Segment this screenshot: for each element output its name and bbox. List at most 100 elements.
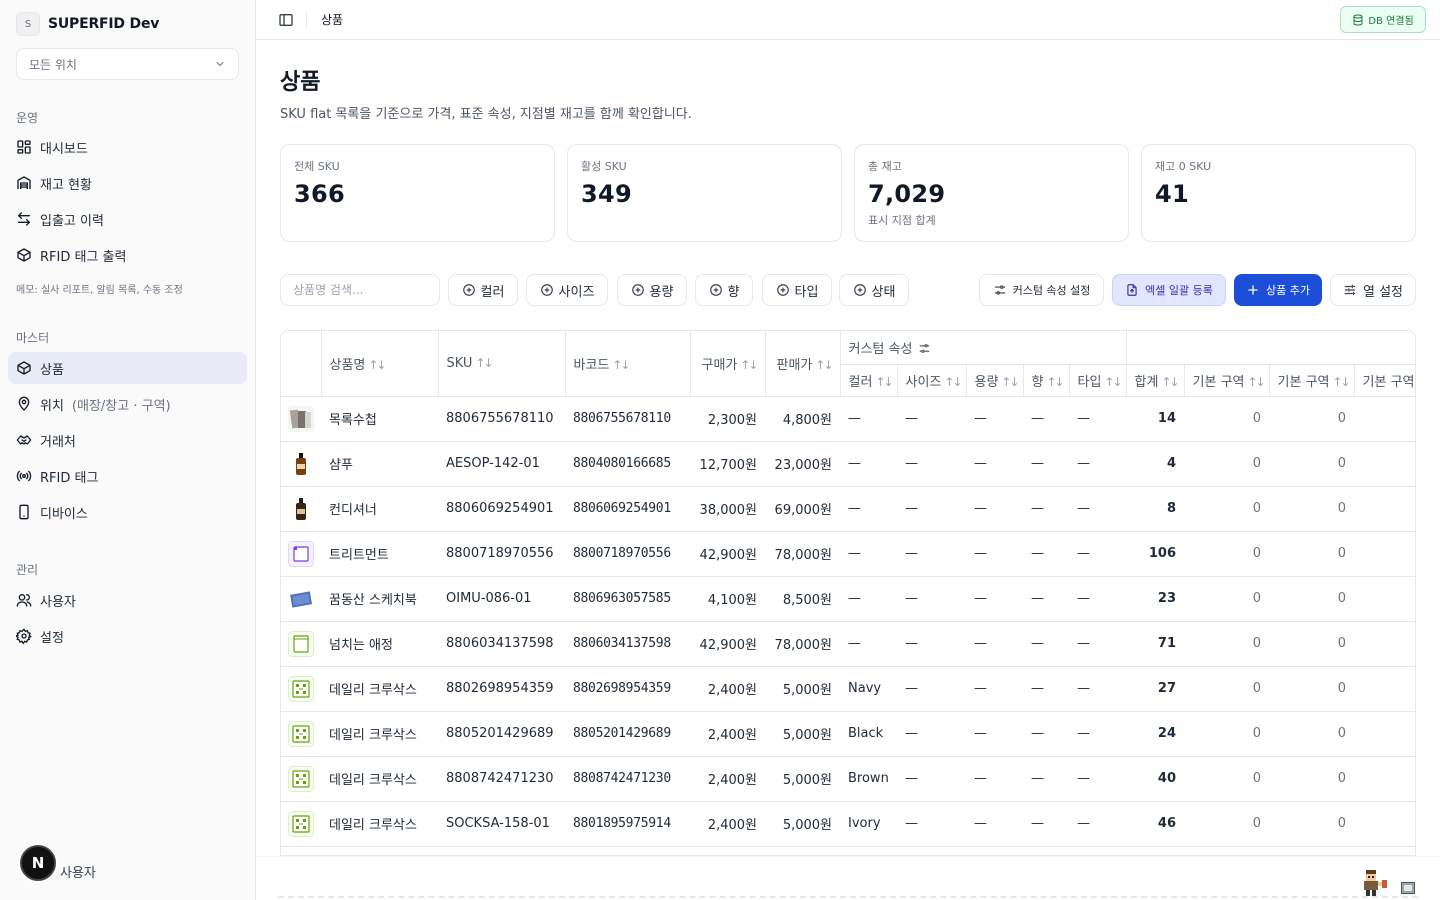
filter-size-chip[interactable]: 사이즈 — [526, 274, 608, 306]
col-header-volume[interactable]: 용량 ↑↓ — [966, 364, 1024, 397]
column-settings-button[interactable]: 열 설정 — [1330, 274, 1416, 306]
sort-icon: ↑↓ — [1332, 374, 1351, 389]
col-header-sku[interactable]: SKU ↑↓ — [438, 331, 566, 397]
stat-label: 총 재고 — [868, 160, 902, 173]
col-header-scent[interactable]: 향 ↑↓ — [1023, 364, 1070, 397]
col-header-barcode[interactable]: 바코드 ↑↓ — [565, 331, 691, 397]
cell-total: 46 — [1126, 801, 1185, 847]
cell-color: Ivory — [840, 801, 897, 847]
product-thumbnail — [288, 765, 321, 792]
cell-thumb — [281, 801, 321, 847]
cell-size: — — [897, 576, 966, 622]
col-header-zone-2[interactable]: 기본 구역 ↑↓ — [1269, 364, 1355, 397]
cell-barcode: 8805201429689 — [565, 711, 690, 757]
brand[interactable]: S SUPERFID Dev — [16, 12, 159, 36]
sidebar-item-rfid-tags[interactable]: RFID 태그 — [8, 460, 247, 492]
sidebar-item-partners[interactable]: 거래처 — [8, 424, 247, 456]
cell-color: — — [840, 486, 897, 532]
cell-volume: — — [966, 396, 1023, 442]
cell-type: — — [1069, 441, 1127, 487]
col-header-zone-1[interactable]: 기본 구역 ↑↓ — [1184, 364, 1270, 397]
table-row[interactable]: 목록수첩 8806755678110 8806755678110 2,300원 4,80… — [281, 396, 1415, 442]
cell-scent: — — [1023, 801, 1069, 847]
sidebar-item-label: 디바이스 — [40, 506, 88, 522]
col-header-total[interactable]: 합계 ↑↓ — [1126, 364, 1185, 397]
filter-scent-chip[interactable]: 향 — [695, 274, 753, 306]
cell-volume: — — [966, 711, 1023, 757]
cell-thumb — [281, 621, 321, 667]
sidebar-item-settings[interactable]: 설정 — [8, 620, 247, 652]
sidebar: S SUPERFID Dev 모든 위치 운영 대시보드 재고 현황 입출고 이… — [0, 0, 256, 900]
cell-sku: SOCKSA-158-01 — [438, 801, 565, 847]
cell-barcode: 8801895975914 — [565, 801, 690, 847]
plus-circle-icon — [462, 284, 475, 296]
filter-status-chip[interactable]: 상태 — [839, 274, 909, 306]
sidebar-item-devices[interactable]: 디바이스 — [8, 496, 247, 528]
table-row[interactable]: 샴푸 AESOP-142-01 8804080166685 12,700원 23,000… — [281, 441, 1415, 487]
sliders-icon[interactable] — [918, 342, 931, 355]
cell-thumb — [281, 396, 321, 442]
add-product-button[interactable]: 상품 추가 — [1234, 274, 1322, 306]
sidebar-item-locations[interactable]: 위치 (매장/창고 · 구역) — [8, 388, 247, 420]
brand-logo: S — [16, 12, 40, 36]
cell-thumb — [281, 711, 321, 757]
sidebar-item-inventory[interactable]: 재고 현황 — [8, 167, 247, 199]
cell-price: 78,000원 — [765, 531, 840, 577]
search-input[interactable] — [280, 274, 440, 306]
sidebar-item-users[interactable]: 사용자 — [8, 584, 247, 616]
filter-volume-chip[interactable]: 용량 — [617, 274, 687, 306]
cell-volume: — — [966, 756, 1023, 802]
sidebar-item-products[interactable]: 상품 — [8, 352, 247, 384]
cell-thumb — [281, 756, 321, 802]
filter-type-chip[interactable]: 타입 — [762, 274, 832, 306]
col-header-zone-3[interactable]: 기본 구역 — [1354, 364, 1415, 397]
cell-zone-2: 0 — [1269, 441, 1355, 487]
cell-zone-2: 0 — [1269, 801, 1355, 847]
table-row[interactable]: 데일리 크루삭스 8808742471230 8808742471230 2,400원… — [281, 756, 1415, 802]
user-menu[interactable]: N 사용자 — [20, 844, 96, 881]
cell-type: — — [1069, 531, 1127, 577]
sidebar-item-dashboard[interactable]: 대시보드 — [8, 131, 247, 163]
cell-name: 목록수첩 — [321, 396, 438, 442]
table-row[interactable]: 데일리 크루삭스 8805201429689 8805201429689 2,400원… — [281, 711, 1415, 757]
cell-price: 4,800원 — [765, 396, 840, 442]
cell-total: 40 — [1126, 756, 1185, 802]
sidebar-toggle-icon[interactable] — [278, 12, 294, 28]
cell-color: Black — [840, 711, 897, 757]
col-header-label: 구매가 — [701, 357, 738, 373]
plus-icon — [1248, 285, 1258, 295]
table-row[interactable]: 컨디셔너 8806069254901 8806069254901 38,000원 69,… — [281, 486, 1415, 532]
sidebar-item-history[interactable]: 입출고 이력 — [8, 203, 247, 235]
table-row[interactable]: 트리트먼트 8800718970556 8800718970556 42,900원 78… — [281, 531, 1415, 577]
sort-icon: ↑↓ — [1046, 374, 1064, 389]
page-description: SKU flat 목록을 기준으로 가격, 표준 속성, 지점별 재고를 함께 … — [280, 107, 692, 122]
col-header-color[interactable]: 컬러 ↑↓ — [840, 364, 898, 397]
sidebar-item-rfid-print[interactable]: RFID 태그 출력 — [8, 239, 247, 271]
table-row[interactable]: 데일리 크루삭스 8802698954359 8802698954359 2,400원… — [281, 666, 1415, 712]
sidebar-item-label: 입출고 이력 — [40, 213, 104, 229]
table-row[interactable]: 꿈동산 스케치북 OIMU-086-01 8806963057585 4,100원 8,… — [281, 576, 1415, 622]
cell-sku: 8808742471230 — [438, 756, 565, 802]
filter-color-chip[interactable]: 컬러 — [448, 274, 518, 306]
col-header-name[interactable]: 상품명 ↑↓ — [321, 331, 439, 397]
col-header-label: 기본 구역 — [1192, 374, 1245, 390]
col-header-cost[interactable]: 구매가 ↑↓ — [690, 331, 766, 397]
cell-type: — — [1069, 486, 1127, 532]
col-header-type[interactable]: 타입 ↑↓ — [1069, 364, 1127, 397]
cell-thumb — [281, 531, 321, 577]
button-label: 상품 추가 — [1266, 284, 1310, 297]
section-title-admin: 관리 — [16, 563, 39, 577]
cell-price: 23,000원 — [765, 441, 840, 487]
cell-name: 데일리 크루삭스 — [321, 666, 438, 712]
location-select[interactable]: 모든 위치 — [16, 48, 239, 80]
sort-icon: ↑↓ — [475, 355, 493, 370]
col-header-size[interactable]: 사이즈 ↑↓ — [897, 364, 967, 397]
table-row[interactable]: 넘치는 애정 8806034137598 8806034137598 42,900원 7… — [281, 621, 1415, 667]
col-header-price[interactable]: 판매가 ↑↓ — [765, 331, 841, 397]
table-row[interactable]: 데일리 크루삭스 SOCKSA-158-01 8801895975914 2,400원… — [281, 801, 1415, 847]
columns-settings-icon — [1344, 284, 1356, 296]
gear-icon — [16, 628, 32, 644]
sidebar-item-sublabel: (매장/창고 · 구역) — [71, 398, 171, 414]
custom-attr-settings-button[interactable]: 커스텀 속성 설정 — [979, 274, 1104, 306]
excel-import-button[interactable]: 엑셀 일괄 등록 — [1112, 274, 1226, 306]
